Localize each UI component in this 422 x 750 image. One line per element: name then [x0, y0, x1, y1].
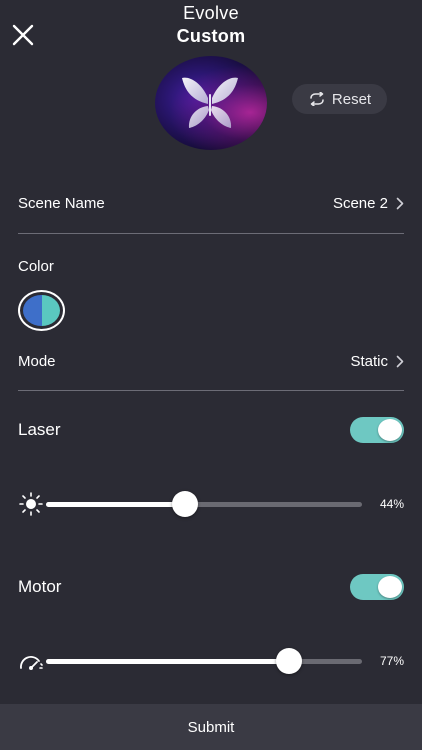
toggle-knob: [378, 419, 402, 441]
speedometer-icon: [20, 656, 43, 670]
scene-preview-image[interactable]: [155, 56, 267, 150]
scene-name-row[interactable]: Scene Name Scene 2: [18, 192, 404, 214]
laser-toggle[interactable]: [350, 417, 404, 443]
title-brand: Evolve: [183, 3, 239, 23]
page-title: Evolve Custom: [0, 2, 422, 48]
motor-row: Motor: [18, 573, 404, 601]
motor-speed-fill: [46, 658, 290, 664]
submit-button[interactable]: Submit: [0, 704, 422, 750]
submit-label: Submit: [187, 718, 235, 736]
laser-brightness-slider[interactable]: [46, 490, 362, 517]
scene-name-value: Scene 2: [332, 194, 388, 212]
chevron-right-icon: [396, 197, 404, 209]
laser-brightness-value: 44%: [379, 497, 404, 511]
brightness-icon: [19, 492, 43, 516]
motor-label: Motor: [18, 577, 62, 596]
laser-brightness-slider-row: 44%: [18, 490, 404, 517]
divider: [18, 233, 404, 234]
mode-value-group: Static: [350, 353, 404, 370]
color-swatch[interactable]: [18, 290, 65, 331]
laser-row: Laser: [18, 416, 404, 444]
reset-button[interactable]: Reset: [292, 84, 387, 114]
laser-label: Laser: [18, 420, 61, 439]
motor-speed-slider-row: 77%: [18, 647, 404, 674]
title-mode: Custom: [176, 26, 246, 46]
butterfly-icon: [182, 77, 238, 128]
motor-speed-thumb[interactable]: [276, 647, 303, 674]
laser-brightness-fill: [46, 501, 186, 507]
mode-row[interactable]: Mode Static: [18, 350, 404, 372]
mode-label: Mode: [18, 352, 56, 370]
reset-icon: [310, 92, 324, 106]
custom-scene-screen: Evolve Custom Reset Scene Name Scene 2 C…: [0, 0, 422, 750]
toggle-knob: [378, 576, 402, 598]
chevron-right-icon: [396, 355, 404, 367]
mode-value: Static: [350, 352, 388, 370]
laser-brightness-thumb[interactable]: [172, 490, 199, 517]
reset-label: Reset: [331, 90, 372, 108]
divider: [18, 390, 404, 391]
color-swatch-left: [23, 295, 42, 326]
motor-toggle[interactable]: [350, 574, 404, 600]
motor-speed-slider[interactable]: [46, 647, 362, 674]
motor-speed-value: 77%: [379, 654, 404, 668]
scene-name-label: Scene Name: [18, 194, 105, 212]
color-swatch-fill: [23, 295, 60, 326]
scene-name-value-group: Scene 2: [333, 195, 404, 212]
color-swatch-right: [41, 295, 60, 326]
color-label: Color: [18, 258, 54, 275]
